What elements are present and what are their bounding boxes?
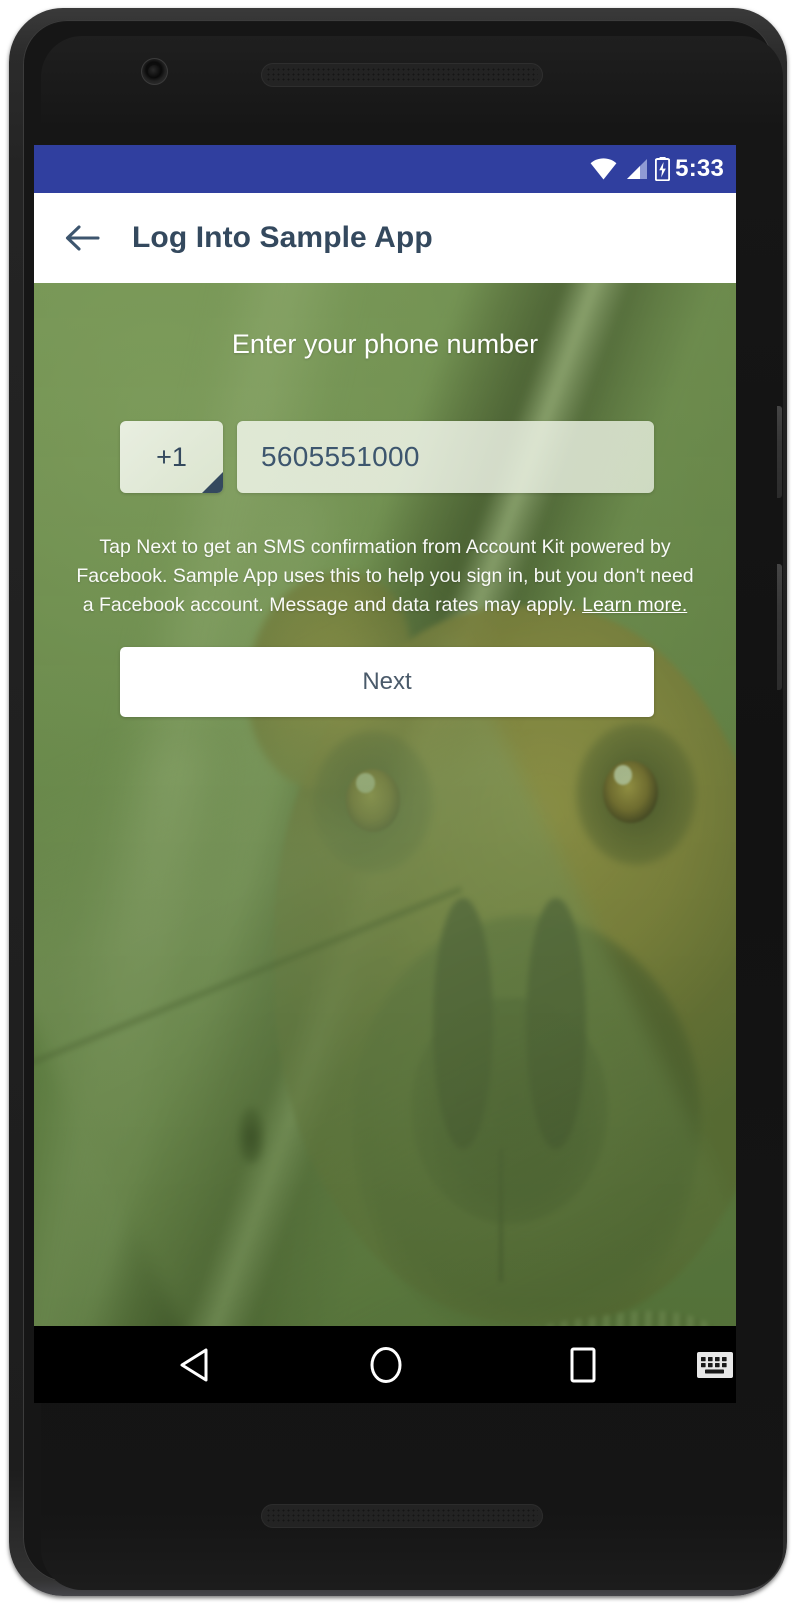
nav-keyboard-icon	[697, 1351, 733, 1378]
phone-entry-form: Enter your phone number +1 5605551000 Ta…	[34, 283, 736, 1326]
nav-recents-button[interactable]	[542, 1326, 624, 1403]
nav-home-circle-icon	[370, 1346, 402, 1383]
status-bar-clock: 5:33	[675, 155, 724, 182]
phone-screen: 5:33 Log Into Sample App Enter your phon…	[34, 145, 736, 1403]
bottom-speaker-grille	[261, 1504, 543, 1528]
nav-back-triangle-icon	[180, 1348, 208, 1381]
learn-more-link[interactable]: Learn more.	[582, 594, 687, 616]
country-code-select[interactable]: +1	[120, 421, 223, 493]
disclaimer-text: Tap Next to get an SMS confirmation from…	[70, 533, 700, 620]
arrow-left-icon	[65, 225, 100, 251]
nav-home-button[interactable]	[345, 1326, 427, 1403]
cell-signal-icon	[627, 159, 648, 179]
prompt-label: Enter your phone number	[231, 329, 539, 359]
earpiece-speaker-grille	[261, 63, 543, 87]
login-content-area: Enter your phone number +1 5605551000 Ta…	[34, 283, 736, 1326]
battery-charging-icon	[655, 157, 671, 181]
nav-keyboard-button[interactable]	[674, 1326, 736, 1403]
status-bar-icons	[590, 157, 671, 181]
status-bar: 5:33	[34, 145, 736, 193]
nav-back-button[interactable]	[154, 1326, 236, 1403]
android-nav-bar	[34, 1326, 736, 1403]
next-button[interactable]: Next	[120, 647, 654, 717]
nav-recents-square-icon	[570, 1347, 596, 1382]
phone-number-input[interactable]: 5605551000	[237, 421, 654, 493]
app-toolbar: Log Into Sample App	[34, 193, 736, 283]
phone-input-row: +1 5605551000	[120, 421, 654, 493]
country-code-value: +1	[156, 441, 187, 472]
volume-rocker-button[interactable]	[777, 564, 782, 690]
toolbar-back-button[interactable]	[56, 212, 108, 264]
wifi-icon	[590, 158, 617, 180]
dropdown-caret-icon	[202, 472, 223, 493]
phone-number-value: 5605551000	[261, 441, 420, 472]
front-camera-icon	[141, 58, 168, 85]
page-title: Log Into Sample App	[132, 221, 433, 254]
power-button[interactable]	[777, 406, 782, 498]
next-button-label: Next	[362, 668, 412, 695]
